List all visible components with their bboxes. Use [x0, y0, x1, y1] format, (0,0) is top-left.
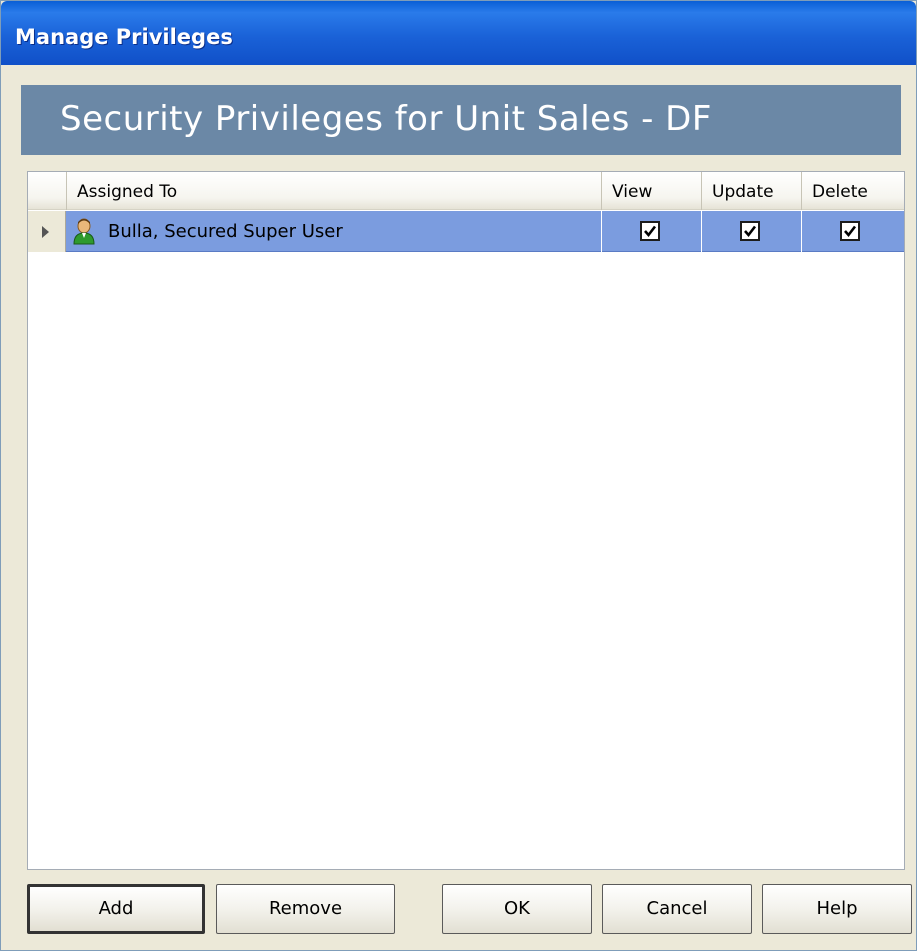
column-header-assigned-to[interactable]: Assigned To	[66, 172, 601, 210]
view-cell	[601, 211, 701, 252]
manage-privileges-dialog: Manage Privileges Security Privileges fo…	[0, 0, 917, 951]
ok-button[interactable]: OK	[442, 884, 592, 934]
banner-title: Security Privileges for Unit Sales - DF	[60, 99, 712, 139]
add-button[interactable]: Add	[27, 884, 205, 934]
current-row-arrow-icon	[42, 226, 49, 238]
delete-checkbox[interactable]	[840, 221, 860, 241]
header-banner: Security Privileges for Unit Sales - DF	[21, 85, 901, 155]
title-bar[interactable]: Manage Privileges	[1, 1, 916, 65]
column-header-view[interactable]: View	[601, 172, 701, 210]
grid-header: Assigned To View Update Delete	[28, 172, 904, 210]
update-cell	[701, 211, 801, 252]
user-icon	[73, 218, 95, 245]
table-row[interactable]: Bulla, Secured Super User	[28, 211, 904, 252]
window-title: Manage Privileges	[15, 25, 233, 49]
remove-button[interactable]: Remove	[216, 884, 395, 934]
update-checkbox[interactable]	[740, 221, 760, 241]
cancel-button[interactable]: Cancel	[602, 884, 752, 934]
help-button[interactable]: Help	[762, 884, 912, 934]
row-header-corner	[28, 172, 66, 210]
privileges-grid: Assigned To View Update Delete Bulla, Se…	[27, 171, 905, 870]
assigned-to-cell: Bulla, Secured Super User	[108, 221, 343, 242]
column-header-update[interactable]: Update	[701, 172, 801, 210]
row-selector[interactable]	[28, 211, 66, 252]
delete-cell	[801, 211, 904, 252]
column-header-delete[interactable]: Delete	[801, 172, 904, 210]
view-checkbox[interactable]	[640, 221, 660, 241]
